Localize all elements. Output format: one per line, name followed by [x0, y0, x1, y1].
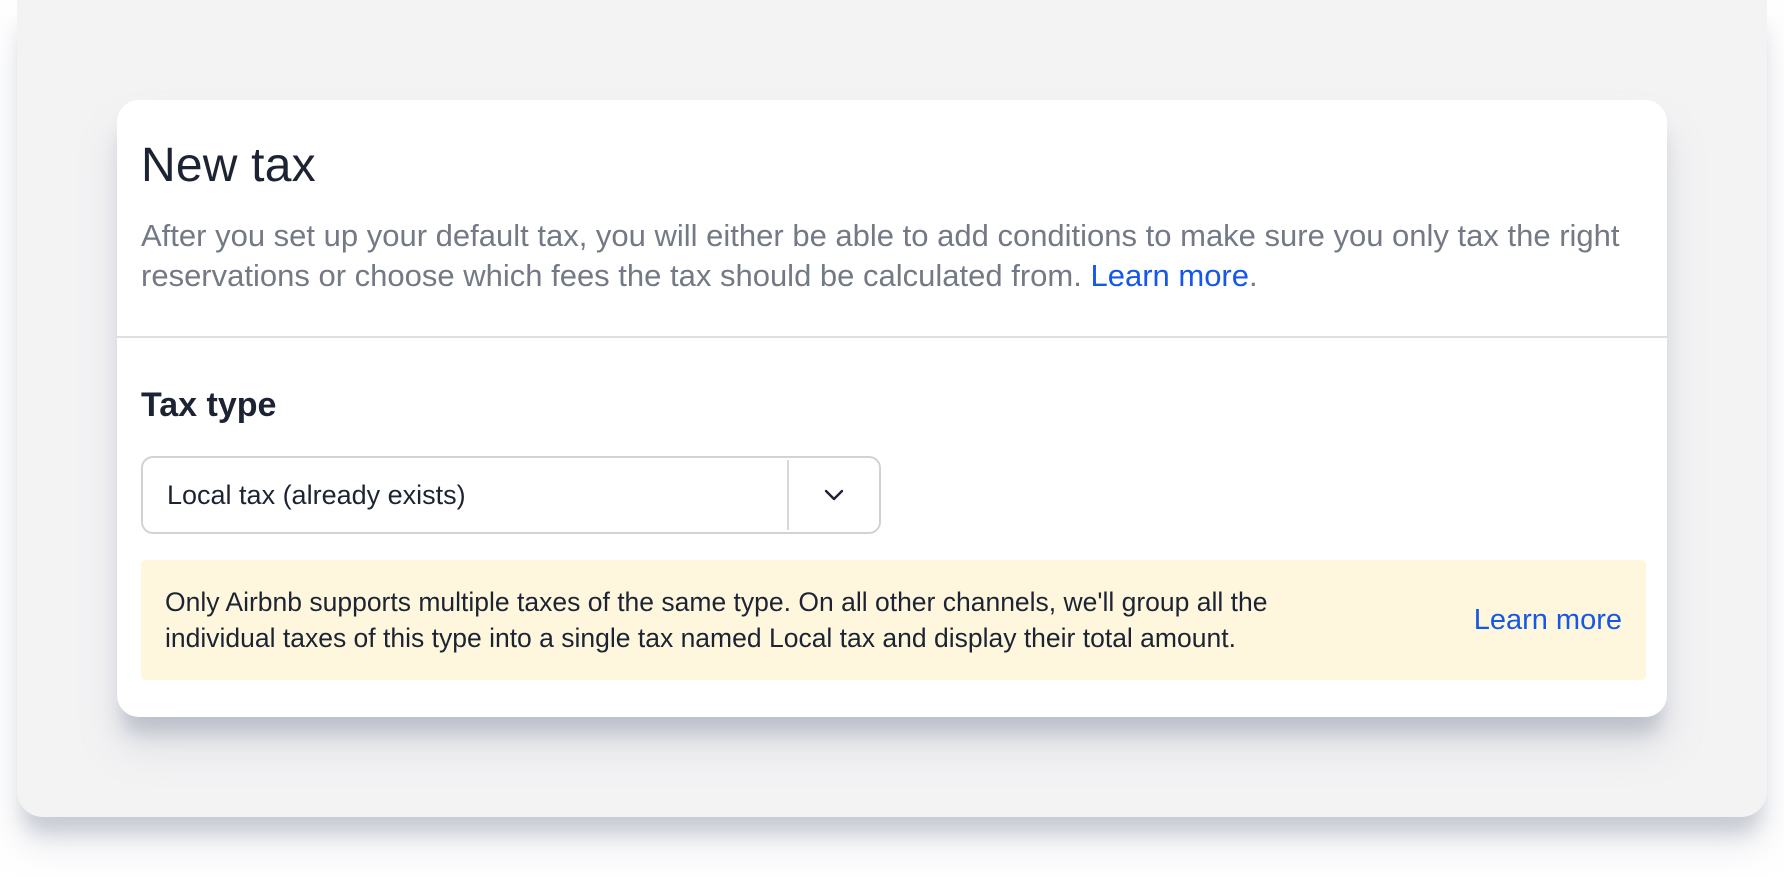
tax-type-selected-value: Local tax (already exists) [167, 479, 466, 510]
description-suffix: . [1249, 258, 1258, 293]
notice-text: Only Airbnb supports multiple taxes of t… [165, 587, 1268, 653]
tax-type-label: Tax type [141, 386, 277, 424]
description-text: After you set up your default tax, you w… [141, 218, 1620, 293]
notice-learn-more-link[interactable]: Learn more [1474, 604, 1622, 637]
chevron-down-icon[interactable] [789, 488, 879, 502]
card-body: Tax type Local tax (already exists) Only… [117, 338, 1667, 680]
page-title: New tax [141, 139, 316, 192]
card-header: New tax After you set up your default ta… [117, 100, 1667, 338]
new-tax-card: New tax After you set up your default ta… [117, 100, 1667, 717]
page-description: After you set up your default tax, you w… [141, 216, 1643, 296]
chevron-down-icon-svg [824, 489, 844, 501]
tax-type-select[interactable]: Local tax (already exists) [141, 456, 881, 534]
multiple-taxes-notice: Only Airbnb supports multiple taxes of t… [141, 560, 1646, 680]
description-learn-more-link[interactable]: Learn more [1090, 258, 1249, 293]
